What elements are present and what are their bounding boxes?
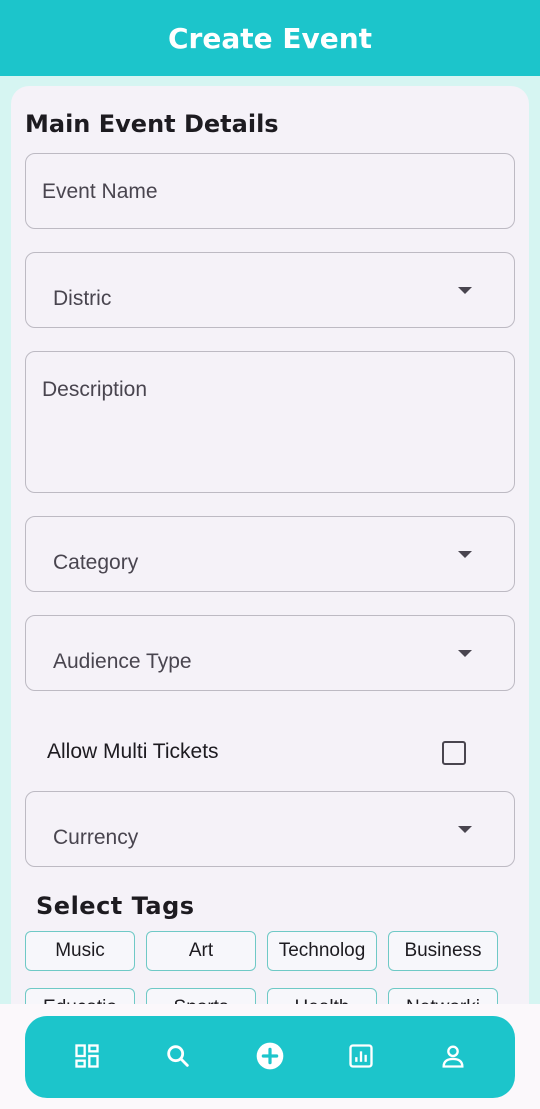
bottom-nav-container [0,1004,540,1109]
tag-label: Art [188,940,214,961]
dropdown-arrow-icon [458,826,472,833]
description-field[interactable]: Description [25,351,515,493]
tag-chip[interactable]: Technolog [267,931,377,971]
dropdown-arrow-icon [458,287,472,294]
allow-multi-tickets-label: Allow Multi Tickets [47,740,219,763]
district-dropdown[interactable]: Distric [25,252,515,328]
tag-chip[interactable]: Music [25,931,135,971]
dropdown-arrow-icon [458,650,472,657]
dropdown-arrow-icon [458,551,472,558]
tag-label: Music [55,940,105,961]
search-icon [167,1045,189,1067]
analytics-icon [349,1044,373,1068]
event-name-field[interactable]: Event Name [25,153,515,229]
allow-multi-tickets-checkbox[interactable] [442,741,466,765]
page-title: Create Event [167,21,373,55]
nav-profile[interactable] [435,1038,471,1074]
audience-type-placeholder: Audience Type [53,650,192,673]
event-form-card: Main Event Details Event Name Distric De… [11,86,529,1109]
tag-label: Technolog [278,940,366,961]
currency-dropdown[interactable]: Currency [25,791,515,867]
allow-multi-tickets-row: Allow Multi Tickets [25,728,515,778]
tag-label: Business [404,940,482,961]
nav-analytics[interactable] [343,1038,379,1074]
select-tags-title: Select Tags [36,892,195,920]
category-dropdown[interactable]: Category [25,516,515,592]
bottom-nav [25,1016,515,1098]
description-placeholder: Description [42,378,148,401]
district-placeholder: Distric [53,287,112,310]
event-name-placeholder: Event Name [42,180,158,203]
tag-chip[interactable]: Business [388,931,498,971]
section-title: Main Event Details [25,110,279,138]
nav-dashboard[interactable] [69,1038,105,1074]
nav-create-event[interactable] [252,1038,288,1074]
app-bar: Create Event [0,0,540,76]
currency-placeholder: Currency [53,826,139,849]
add-circle-icon [256,1042,284,1070]
profile-icon [442,1045,464,1068]
audience-type-dropdown[interactable]: Audience Type [25,615,515,691]
tag-chip[interactable]: Art [146,931,256,971]
category-placeholder: Category [53,551,139,574]
nav-search[interactable] [160,1038,196,1074]
dashboard-icon [75,1044,99,1068]
